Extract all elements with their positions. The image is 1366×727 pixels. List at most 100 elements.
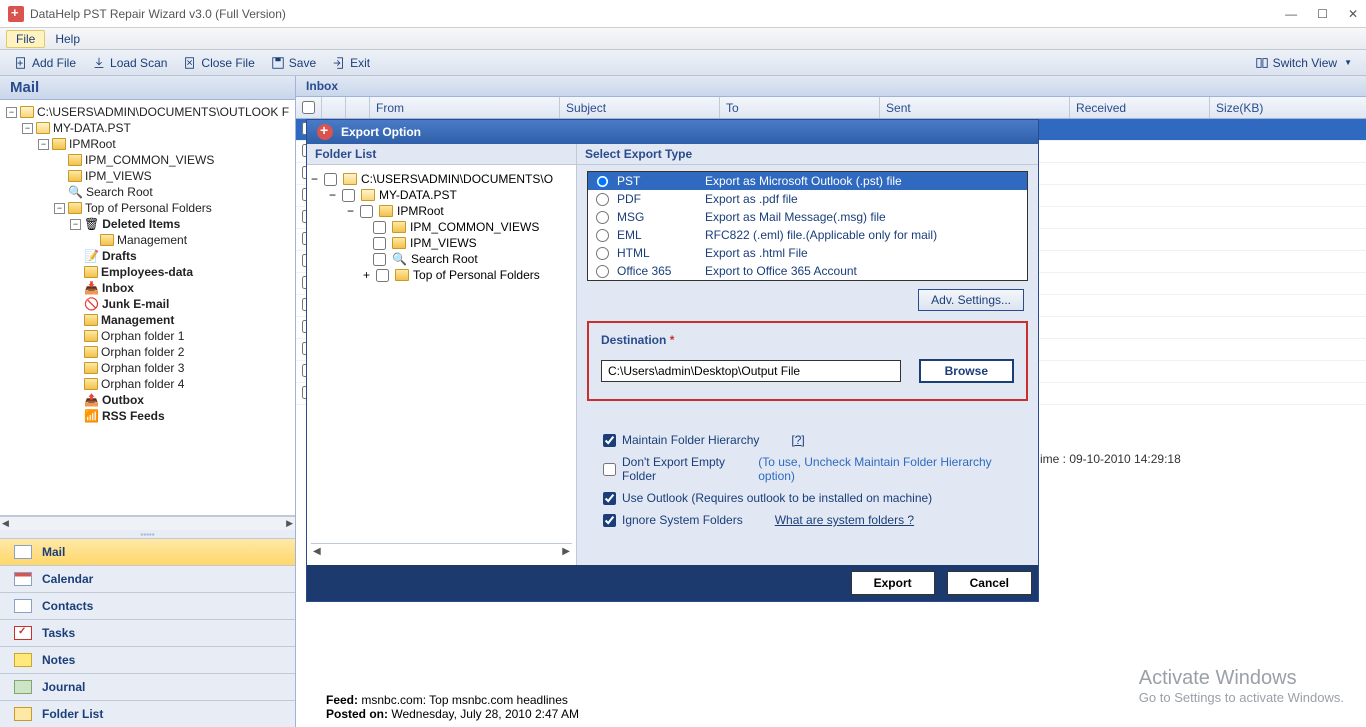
nav-tasks[interactable]: Tasks [0, 619, 295, 646]
tree-scrollbar[interactable]: ◀▶ [0, 516, 295, 530]
nav-journal[interactable]: Journal [0, 673, 295, 700]
tree-orphan4[interactable]: Orphan folder 4 [101, 377, 184, 391]
ignore-system-checkbox[interactable] [603, 514, 616, 527]
export-type-pst[interactable]: PSTExport as Microsoft Outlook (.pst) fi… [588, 172, 1027, 190]
export-type-msg[interactable]: MSGExport as Mail Message(.msg) file [588, 208, 1027, 226]
tree-deleted[interactable]: Deleted Items [102, 217, 180, 231]
tree-inbox[interactable]: Inbox [102, 281, 134, 295]
col-sent[interactable]: Sent [880, 97, 1070, 118]
nav-notes[interactable]: Notes [0, 646, 295, 673]
col-received[interactable]: Received [1070, 97, 1210, 118]
tree-rss[interactable]: RSS Feeds [102, 409, 165, 423]
load-scan-button[interactable]: Load Scan [84, 54, 175, 72]
maximize-button[interactable]: ☐ [1317, 7, 1328, 21]
dlg-chk-ipmroot[interactable] [360, 205, 373, 218]
adv-settings-button[interactable]: Adv. Settings... [918, 289, 1024, 311]
save-button[interactable]: Save [263, 54, 324, 72]
dont-export-empty-checkbox[interactable] [603, 463, 616, 476]
tree-orphan1[interactable]: Orphan folder 1 [101, 329, 184, 343]
help-link[interactable]: [?] [791, 433, 804, 447]
close-file-button[interactable]: Close File [175, 54, 262, 72]
folder-icon [68, 202, 82, 214]
nav-calendar[interactable]: Calendar [0, 565, 295, 592]
minimize-button[interactable]: — [1285, 7, 1297, 21]
tree-common-views[interactable]: IPM_COMMON_VIEWS [85, 153, 214, 167]
tree-junk[interactable]: Junk E-mail [102, 297, 169, 311]
tree-root[interactable]: C:\USERS\ADMIN\DOCUMENTS\OUTLOOK F [37, 105, 289, 119]
inbox-icon: 📥 [84, 281, 99, 295]
export-type-html[interactable]: HTMLExport as .html File [588, 244, 1027, 262]
left-pane: Mail −C:\USERS\ADMIN\DOCUMENTS\OUTLOOK F… [0, 76, 296, 727]
nav-folder-list[interactable]: Folder List [0, 700, 295, 727]
tree-drafts[interactable]: Drafts [102, 249, 137, 263]
close-button[interactable]: ✕ [1348, 7, 1358, 21]
col-size[interactable]: Size(KB) [1210, 97, 1366, 118]
nav-contacts[interactable]: Contacts [0, 592, 295, 619]
tree-orphan2[interactable]: Orphan folder 2 [101, 345, 184, 359]
export-radio[interactable] [596, 247, 609, 260]
dlg-chk-mydata[interactable] [342, 189, 355, 202]
dlg-chk-sr[interactable] [373, 253, 386, 266]
dlg-tree-ipmroot[interactable]: IPMRoot [397, 204, 444, 218]
export-type-office-365[interactable]: Office 365Export to Office 365 Account [588, 262, 1027, 280]
activate-windows: Activate Windows Go to Settings to activ… [1139, 667, 1344, 705]
export-radio[interactable] [596, 211, 609, 224]
cancel-button[interactable]: Cancel [947, 571, 1032, 595]
browse-button[interactable]: Browse [919, 359, 1014, 383]
tree-top[interactable]: Top of Personal Folders [85, 201, 212, 215]
search-icon: 🔍 [68, 185, 83, 199]
select-all-checkbox[interactable] [302, 101, 315, 114]
tree-employees[interactable]: Employees-data [101, 265, 193, 279]
nav-mail[interactable]: Mail [0, 538, 295, 565]
folder-icon [395, 269, 409, 281]
dlg-tree-root[interactable]: C:\USERS\ADMIN\DOCUMENTS\O [361, 172, 553, 186]
dlg-tree-mydata[interactable]: MY-DATA.PST [379, 188, 457, 202]
tree-mydata[interactable]: MY-DATA.PST [53, 121, 131, 135]
export-type-eml[interactable]: EMLRFC822 (.eml) file.(Applicable only f… [588, 226, 1027, 244]
maintain-hierarchy-checkbox[interactable] [603, 434, 616, 447]
dlg-chk-views[interactable] [373, 237, 386, 250]
titlebar: DataHelp PST Repair Wizard v3.0 (Full Ve… [0, 0, 1366, 28]
dlg-chk-top[interactable] [376, 269, 389, 282]
what-system-link[interactable]: What are system folders ? [775, 513, 914, 527]
use-outlook-checkbox[interactable] [603, 492, 616, 505]
col-subject[interactable]: Subject [560, 97, 720, 118]
select-type-header: Select Export Type [577, 144, 1038, 165]
tree-search-root[interactable]: Search Root [86, 185, 153, 199]
dlg-chk-cv[interactable] [373, 221, 386, 234]
calendar-icon [14, 572, 32, 586]
destination-input[interactable] [601, 360, 901, 382]
tree-views[interactable]: IPM_VIEWS [85, 169, 152, 183]
menu-file[interactable]: File [6, 30, 45, 48]
export-type-pdf[interactable]: PDFExport as .pdf file [588, 190, 1027, 208]
rss-icon: 📶 [84, 409, 99, 423]
search-icon: 🔍 [392, 252, 407, 266]
folder-tree[interactable]: −C:\USERS\ADMIN\DOCUMENTS\OUTLOOK F −MY-… [0, 100, 295, 516]
export-radio[interactable] [596, 175, 609, 188]
dlg-scrollbar[interactable]: ◀▶ [311, 543, 572, 559]
contacts-icon [14, 599, 32, 613]
col-from[interactable]: From [370, 97, 560, 118]
folder-icon [84, 314, 98, 326]
export-button[interactable]: Export [851, 571, 935, 595]
exit-button[interactable]: Exit [324, 54, 378, 72]
export-radio[interactable] [596, 229, 609, 242]
save-icon [271, 56, 285, 70]
tree-outbox[interactable]: Outbox [102, 393, 144, 407]
tree-ipmroot[interactable]: IPMRoot [69, 137, 116, 151]
dlg-chk-root[interactable] [324, 173, 337, 186]
menu-help[interactable]: Help [45, 30, 90, 48]
switch-view-button[interactable]: Switch View▼ [1247, 54, 1360, 72]
dlg-tree-top[interactable]: Top of Personal Folders [413, 268, 540, 282]
dlg-tree-sr[interactable]: Search Root [411, 252, 478, 266]
tree-management[interactable]: Management [101, 313, 174, 327]
tree-mgmt-sub[interactable]: Management [117, 233, 187, 247]
dlg-tree-cv[interactable]: IPM_COMMON_VIEWS [410, 220, 539, 234]
dlg-tree-views[interactable]: IPM_VIEWS [410, 236, 477, 250]
export-radio[interactable] [596, 193, 609, 206]
tree-orphan3[interactable]: Orphan folder 3 [101, 361, 184, 375]
col-to[interactable]: To [720, 97, 880, 118]
export-radio[interactable] [596, 265, 609, 278]
add-file-button[interactable]: Add File [6, 54, 84, 72]
inbox-header: Inbox ↪Save Selected [296, 76, 1366, 97]
